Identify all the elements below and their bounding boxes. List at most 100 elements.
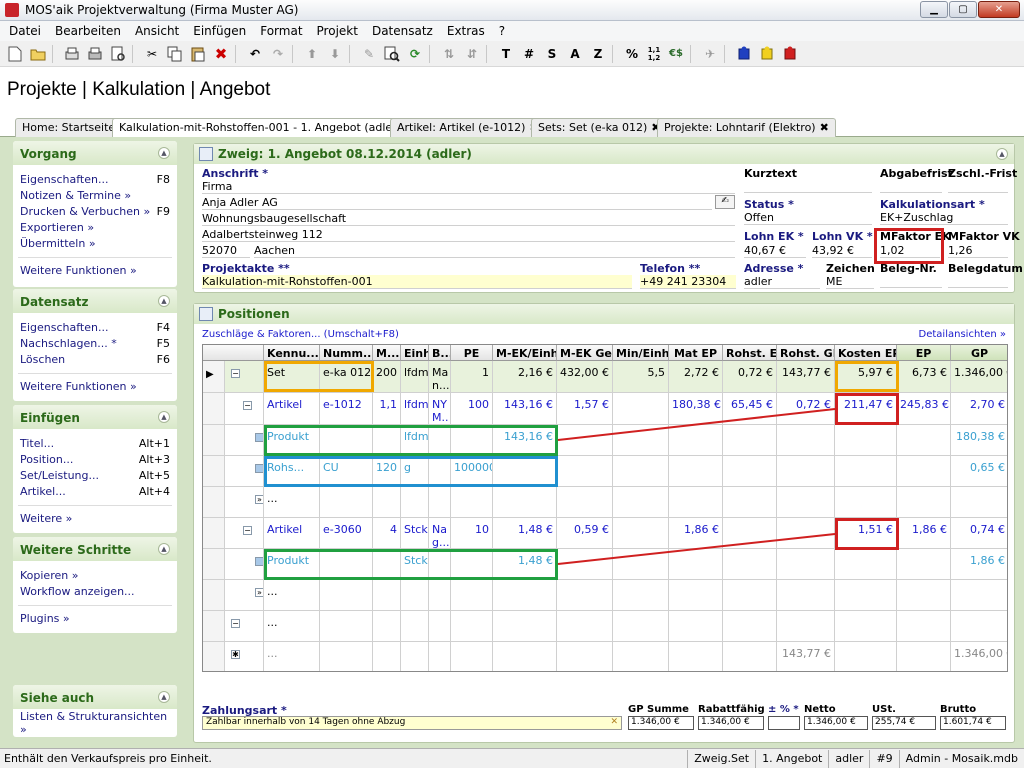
grid-cell[interactable] bbox=[669, 487, 723, 518]
tab-home[interactable]: Home: Startseite bbox=[15, 118, 123, 137]
a-button[interactable]: A bbox=[564, 43, 586, 65]
grid-column-header[interactable]: Einh bbox=[401, 345, 429, 361]
grid-column-header[interactable]: Numm... bbox=[320, 345, 373, 361]
grid-cell[interactable]: 0,72 € bbox=[723, 361, 777, 393]
grid-cell[interactable] bbox=[897, 487, 951, 518]
grid-cell[interactable] bbox=[835, 611, 897, 642]
grid-cell[interactable]: 180,38 € bbox=[669, 393, 723, 425]
tree-node[interactable]: − bbox=[225, 361, 264, 393]
grid-cell[interactable] bbox=[451, 487, 493, 518]
grid-cell[interactable]: Na g... bbox=[429, 518, 451, 549]
grid-cell[interactable] bbox=[669, 549, 723, 580]
grid-cell[interactable] bbox=[493, 642, 557, 671]
grid-cell[interactable] bbox=[897, 580, 951, 611]
row-selector[interactable]: ▶ bbox=[203, 361, 225, 393]
expand-toggle-icon[interactable]: − bbox=[231, 369, 240, 378]
collapse-icon[interactable]: ▲ bbox=[158, 147, 170, 159]
grid-cell[interactable] bbox=[897, 425, 951, 456]
sidebar-item-eigenschaften[interactable]: Eigenschaften... F8 bbox=[13, 171, 177, 187]
plugin-yellow-icon[interactable] bbox=[756, 43, 778, 65]
maximize-button[interactable]: ▢ bbox=[949, 1, 977, 18]
grid-cell[interactable]: 432,00 € bbox=[557, 361, 613, 393]
grid-cell[interactable] bbox=[613, 611, 669, 642]
edit-icon[interactable]: ✎ bbox=[358, 43, 380, 65]
grid-column-header[interactable]: EP bbox=[897, 345, 951, 361]
abgabefrist-field[interactable] bbox=[880, 180, 942, 193]
grid-cell[interactable] bbox=[777, 549, 835, 580]
anschrift-line-1[interactable]: Firma bbox=[202, 180, 735, 194]
zahlungsart-field[interactable]: Zahlbar innerhalb von 14 Tagen ohne Abzu… bbox=[202, 716, 622, 730]
zschl-field[interactable] bbox=[948, 180, 1008, 193]
projektakte-field[interactable]: Kalkulation-mit-Rohstoffen-001 bbox=[202, 275, 632, 289]
grid-cell[interactable]: 0,74 € bbox=[951, 518, 1007, 549]
grid-cell[interactable]: 143,77 € bbox=[777, 642, 835, 671]
grid-cell[interactable] bbox=[557, 425, 613, 456]
grid-cell[interactable] bbox=[723, 642, 777, 671]
grid-cell[interactable] bbox=[401, 611, 429, 642]
row-selector[interactable] bbox=[203, 487, 225, 518]
menu-bearbeiten[interactable]: Bearbeiten bbox=[48, 24, 128, 38]
panel-einfuegen-header[interactable]: Einfügen ▲ bbox=[13, 405, 177, 429]
grid-cell[interactable]: 10 bbox=[451, 518, 493, 549]
mfek-field[interactable]: 1,02 bbox=[880, 244, 940, 258]
kurztext-field[interactable] bbox=[744, 180, 872, 193]
grid-cell[interactable]: Rohs... bbox=[264, 456, 320, 487]
panel-vorgang-header[interactable]: Vorgang ▲ bbox=[13, 141, 177, 165]
grid-cell[interactable] bbox=[669, 580, 723, 611]
grid-cell[interactable] bbox=[557, 642, 613, 671]
grid-cell[interactable] bbox=[723, 456, 777, 487]
grid-cell[interactable] bbox=[429, 611, 451, 642]
grid-cell[interactable] bbox=[451, 611, 493, 642]
refresh-icon[interactable]: ⟳ bbox=[404, 43, 426, 65]
delete-icon[interactable]: ✖ bbox=[210, 43, 232, 65]
grid-column-header[interactable]: Rohst. GP bbox=[777, 345, 835, 361]
grid-cell[interactable] bbox=[429, 580, 451, 611]
find-icon[interactable] bbox=[381, 43, 403, 65]
grid-column-header[interactable]: M... bbox=[373, 345, 401, 361]
grid-cell[interactable]: 1,86 € bbox=[951, 549, 1007, 580]
grid-cell[interactable] bbox=[669, 425, 723, 456]
belegdatum-field[interactable] bbox=[948, 275, 1008, 288]
sidebar-item-nachschlagen[interactable]: Nachschlagen... * F5 bbox=[13, 335, 177, 351]
grid-cell[interactable] bbox=[613, 393, 669, 425]
tree-node[interactable] bbox=[225, 425, 264, 456]
panel-datensatz-header[interactable]: Datensatz ▲ bbox=[13, 289, 177, 313]
panel-schritte-header[interactable]: Weitere Schritte ▲ bbox=[13, 537, 177, 561]
grid-cell[interactable]: Artikel bbox=[264, 518, 320, 549]
grid-cell[interactable]: ... bbox=[264, 580, 320, 611]
row-selector[interactable] bbox=[203, 425, 225, 456]
grid-cell[interactable] bbox=[723, 549, 777, 580]
grid-cell[interactable]: 180,38 € bbox=[951, 425, 1007, 456]
expand-toggle-icon[interactable]: » bbox=[255, 588, 263, 597]
grid-cell[interactable]: 4 bbox=[373, 518, 401, 549]
grid-cell[interactable] bbox=[613, 642, 669, 671]
sidebar-item-listen[interactable]: Listen & Strukturansichten » bbox=[13, 710, 177, 736]
sidebar-item-drucken[interactable]: Drucken & Verbuchen » F9 bbox=[13, 203, 177, 219]
grid-cell[interactable] bbox=[429, 456, 451, 487]
grid-cell[interactable]: 6,73 € bbox=[897, 361, 951, 393]
menu-format[interactable]: Format bbox=[253, 24, 309, 38]
grid-cell[interactable]: 2,72 € bbox=[669, 361, 723, 393]
grid-cell[interactable] bbox=[723, 611, 777, 642]
anschrift-line-4[interactable]: Adalbertsteinweg 112 bbox=[202, 228, 735, 242]
grid-cell[interactable]: CU bbox=[320, 456, 373, 487]
grid-cell[interactable] bbox=[557, 456, 613, 487]
sidebar-item-exportieren[interactable]: Exportieren » bbox=[13, 219, 177, 235]
sidebar-item-uebermitteln[interactable]: Übermitteln » bbox=[13, 235, 177, 251]
menu-projekt[interactable]: Projekt bbox=[310, 24, 365, 38]
plz-field[interactable]: 52070 bbox=[202, 244, 250, 258]
row-selector[interactable] bbox=[203, 580, 225, 611]
grid-cell[interactable] bbox=[373, 611, 401, 642]
grid-cell[interactable] bbox=[835, 487, 897, 518]
row-selector[interactable] bbox=[203, 549, 225, 580]
grid-cell[interactable] bbox=[320, 642, 373, 671]
menu-extras[interactable]: Extras bbox=[440, 24, 492, 38]
grid-cell[interactable] bbox=[777, 487, 835, 518]
grid-cell[interactable] bbox=[897, 642, 951, 671]
pct-field[interactable] bbox=[768, 716, 800, 730]
grid-cell[interactable]: Set bbox=[264, 361, 320, 393]
grid-cell[interactable]: 245,83 € bbox=[897, 393, 951, 425]
grid-cell[interactable] bbox=[669, 642, 723, 671]
grid-cell[interactable] bbox=[835, 425, 897, 456]
grid-cell[interactable]: 0,72 € bbox=[777, 393, 835, 425]
